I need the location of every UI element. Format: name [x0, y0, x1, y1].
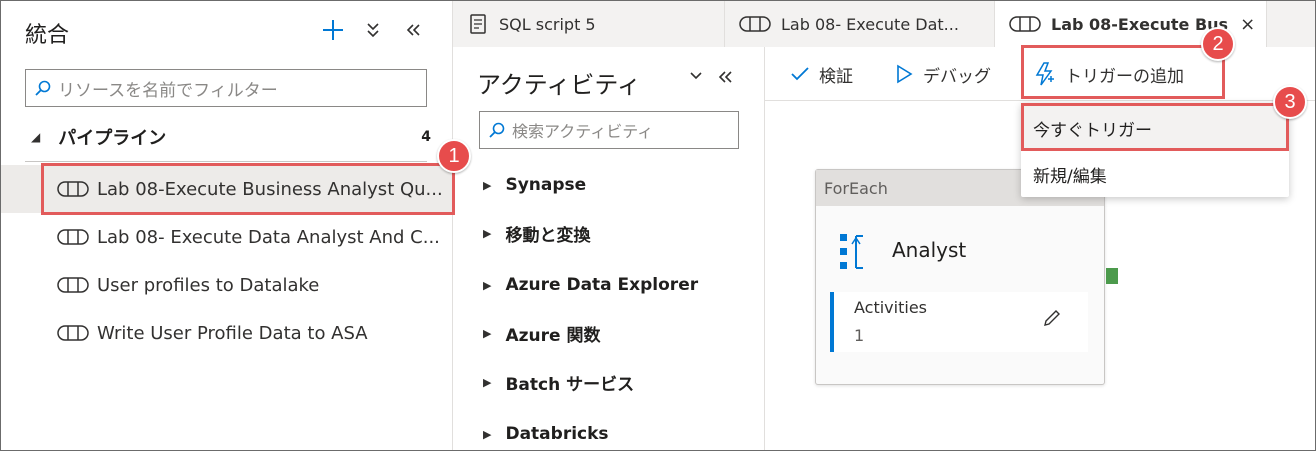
activities-panel: アクティビティ 検索アクティビティ ▶ Synapse ▶ 移動と変換 ▶ Azure… [453, 47, 765, 450]
checkmark-icon [791, 67, 809, 81]
pipeline-item[interactable]: User profiles to Datalake [1, 261, 453, 309]
pipeline-icon [1009, 15, 1041, 33]
collapse-caret-icon: ◢ [31, 130, 41, 144]
resource-filter-input[interactable]: リソースを名前でフィルター [25, 69, 427, 107]
tab-label: Lab 08-Execute Bus [1051, 14, 1229, 34]
expand-caret-icon: ▶ [483, 178, 492, 192]
tab-pipeline-data-analyst[interactable]: Lab 08- Execute Dat... [725, 1, 995, 47]
panel-title: 統合 [25, 23, 70, 48]
section-label: パイプライン [58, 128, 167, 149]
pipeline-icon [57, 228, 91, 246]
category-label: Databricks [505, 424, 609, 444]
collapse-all-icon[interactable] [688, 69, 704, 92]
category-azure-functions[interactable]: ▶ Azure 関数 [483, 321, 601, 346]
validate-button[interactable]: 検証 [791, 59, 853, 89]
activities-actions [688, 69, 734, 92]
collapse-panel-icon[interactable] [400, 15, 426, 45]
pencil-icon[interactable] [1042, 308, 1062, 332]
category-synapse[interactable]: ▶ Synapse [483, 173, 586, 197]
debug-button[interactable]: デバッグ [895, 59, 991, 89]
tab-bar: SQL script 5 Lab 08- Execute Dat... Lab … [453, 1, 1315, 47]
card-name: Analyst [892, 238, 967, 262]
expand-caret-icon: ▶ [483, 278, 492, 292]
new-edit-menu-item[interactable]: 新規/編集 [1021, 151, 1289, 197]
pipeline-item[interactable]: Write User Profile Data to ASA [1, 309, 453, 357]
pipeline-label: Write User Profile Data to ASA [97, 322, 368, 344]
search-icon [35, 80, 51, 96]
category-label: 移動と変換 [505, 225, 591, 246]
category-label: Azure 関数 [505, 325, 601, 346]
collapse-panel-icon[interactable] [716, 69, 734, 92]
play-icon [897, 64, 913, 84]
category-move-transform[interactable]: ▶ 移動と変換 [483, 221, 591, 246]
tab-sql-script[interactable]: SQL script 5 [453, 1, 725, 47]
activities-count: 1 [854, 326, 865, 345]
pipeline-item[interactable]: Lab 08- Execute Data Analyst And C... [1, 213, 453, 261]
tab-label: Lab 08- Execute Dat... [781, 14, 959, 34]
section-count: 4 [421, 129, 431, 145]
pipeline-icon [57, 276, 91, 294]
expand-caret-icon: ▶ [483, 427, 492, 441]
window: 統合 リソースを名前でフィルター ◢ パイプライン 4 Lab 08-Execu… [0, 0, 1316, 451]
success-connector-handle[interactable] [1106, 268, 1118, 284]
category-databricks[interactable]: ▶ Databricks [483, 422, 609, 446]
pipeline-label: User profiles to Datalake [97, 274, 320, 296]
foreach-activity-card[interactable]: ForEach Analyst Activities 1 [815, 169, 1105, 385]
debug-label: デバッグ [923, 66, 991, 87]
search-icon [489, 122, 505, 138]
callout-badge: 1 [437, 139, 471, 173]
validate-label: 検証 [819, 66, 853, 87]
activities-label: Activities [854, 298, 927, 317]
expand-caret-icon: ▶ [483, 375, 492, 389]
category-batch-service[interactable]: ▶ Batch サービス [483, 370, 635, 395]
callout-badge: 2 [1201, 27, 1235, 61]
search-placeholder: 検索アクティビティ [512, 122, 654, 141]
activities-search-input[interactable]: 検索アクティビティ [479, 111, 739, 149]
callout-highlight-add-trigger [1021, 45, 1225, 99]
category-label: Azure Data Explorer [505, 275, 699, 295]
menu-item-label: 新規/編集 [1033, 166, 1107, 187]
inner-activities-box[interactable]: Activities 1 [830, 292, 1088, 352]
pipelines-section-header[interactable]: ◢ パイプライン 4 [31, 125, 431, 149]
category-azure-data-explorer[interactable]: ▶ Azure Data Explorer [483, 273, 698, 297]
category-label: Batch サービス [505, 374, 635, 395]
close-icon[interactable]: × [1240, 14, 1255, 35]
pipeline-label: Lab 08- Execute Data Analyst And C... [97, 226, 440, 248]
expand-caret-icon: ▶ [483, 226, 492, 240]
sql-script-icon [467, 13, 489, 35]
plus-icon[interactable] [320, 15, 346, 45]
callout-badge: 3 [1273, 85, 1307, 119]
foreach-icon [838, 232, 868, 276]
filter-placeholder: リソースを名前でフィルター [58, 80, 278, 101]
pipeline-icon [739, 15, 771, 33]
expand-caret-icon: ▶ [483, 326, 492, 340]
expand-all-icon[interactable] [360, 15, 386, 45]
tab-label: SQL script 5 [499, 14, 596, 34]
callout-highlight-pipeline [41, 163, 455, 215]
pipeline-icon [57, 324, 91, 342]
category-label: Synapse [505, 175, 587, 195]
integrate-panel: 統合 リソースを名前でフィルター ◢ パイプライン 4 Lab 08-Execu… [1, 1, 453, 450]
panel-actions [320, 15, 426, 45]
activities-title: アクティビティ [477, 71, 641, 99]
callout-highlight-trigger-now [1021, 103, 1289, 151]
divider [25, 161, 427, 162]
